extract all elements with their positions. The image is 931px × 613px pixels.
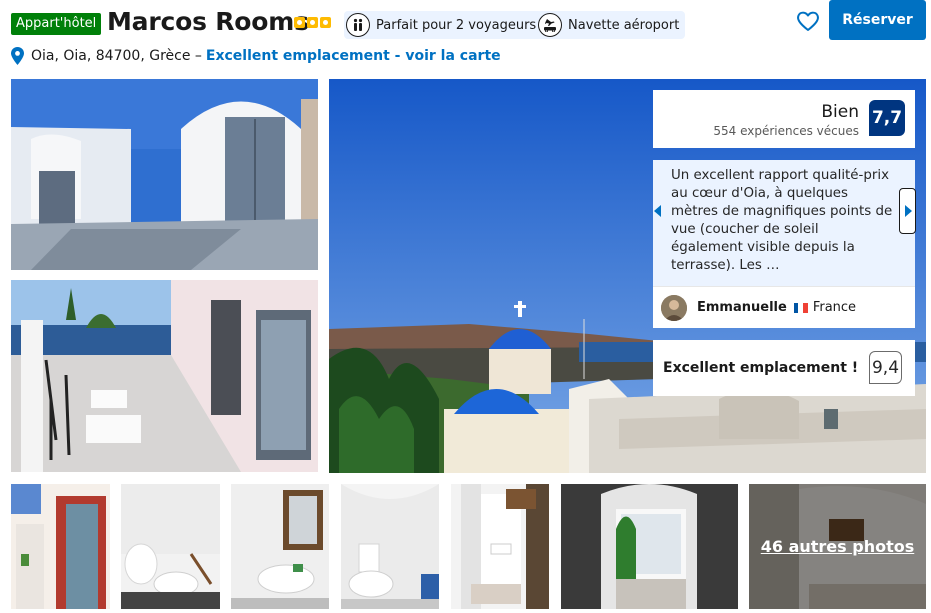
two-people-icon bbox=[346, 13, 370, 37]
location-score-badge: 9,4 bbox=[869, 351, 902, 384]
property-type-badge: Appart'hôtel bbox=[11, 13, 102, 35]
review-next-arrow-icon[interactable] bbox=[899, 188, 916, 234]
address-row: Oia, Oia, 84700, Grèce – Excellent empla… bbox=[11, 47, 501, 65]
amenity-pill-shuttle[interactable]: Navette aéroport bbox=[536, 11, 686, 39]
star-icon bbox=[320, 17, 331, 28]
airport-shuttle-icon bbox=[538, 13, 562, 37]
location-pin-icon bbox=[11, 47, 24, 65]
location-label: Excellent emplacement ! bbox=[663, 360, 859, 376]
review-card[interactable]: Un excellent rapport qualité-prix au cœu… bbox=[653, 160, 915, 328]
reserve-button[interactable]: Réserver bbox=[829, 0, 926, 40]
author-country: France bbox=[812, 300, 857, 315]
hotel-name: Marcos Rooms bbox=[107, 7, 309, 36]
thumbnail-more-photos[interactable]: 46 autres photos bbox=[749, 484, 926, 609]
thumbnail-shower-room[interactable] bbox=[451, 484, 549, 609]
star-icon bbox=[307, 17, 318, 28]
amenity-pill-label: Navette aéroport bbox=[568, 17, 680, 33]
map-link[interactable]: Excellent emplacement - voir la carte bbox=[206, 48, 501, 64]
review-prev-arrow-icon[interactable] bbox=[651, 189, 665, 233]
score-word: Bien bbox=[821, 102, 859, 122]
address-text: Oia, Oia, 84700, Grèce – bbox=[31, 48, 202, 64]
france-flag-icon bbox=[793, 302, 808, 313]
photo-terrace-sea-view[interactable] bbox=[11, 280, 318, 472]
location-score-card[interactable]: Excellent emplacement ! 9,4 bbox=[653, 340, 915, 396]
more-photos-link[interactable]: 46 autres photos bbox=[749, 484, 926, 609]
thumbnail-toilet[interactable] bbox=[121, 484, 220, 609]
review-text: Un excellent rapport qualité-prix au cœu… bbox=[671, 168, 893, 273]
star-icon bbox=[294, 17, 305, 28]
thumbnail-sink-mirror[interactable] bbox=[231, 484, 329, 609]
photo-white-courtyard[interactable] bbox=[11, 79, 318, 270]
star-rating bbox=[294, 17, 331, 28]
amenity-pill-couples[interactable]: Parfait pour 2 voyageurs bbox=[344, 11, 543, 39]
score-badge: 7,7 bbox=[869, 100, 905, 136]
thumbnail-bathroom[interactable] bbox=[341, 484, 439, 609]
heart-icon[interactable] bbox=[795, 8, 821, 34]
review-count: 554 expériences vécues bbox=[713, 124, 859, 138]
thumbnail-doorway-view[interactable] bbox=[561, 484, 738, 609]
score-card[interactable]: Bien 554 expériences vécues 7,7 bbox=[653, 90, 915, 148]
author-name: Emmanuelle bbox=[697, 300, 787, 315]
property-header: Appart'hôtel Marcos Rooms Parfait pour 2… bbox=[0, 0, 931, 76]
thumbnail-exterior-door[interactable] bbox=[11, 484, 110, 609]
review-author: Emmanuelle France bbox=[653, 286, 915, 328]
avatar bbox=[661, 294, 687, 321]
amenity-pill-label: Parfait pour 2 voyageurs bbox=[376, 17, 537, 33]
